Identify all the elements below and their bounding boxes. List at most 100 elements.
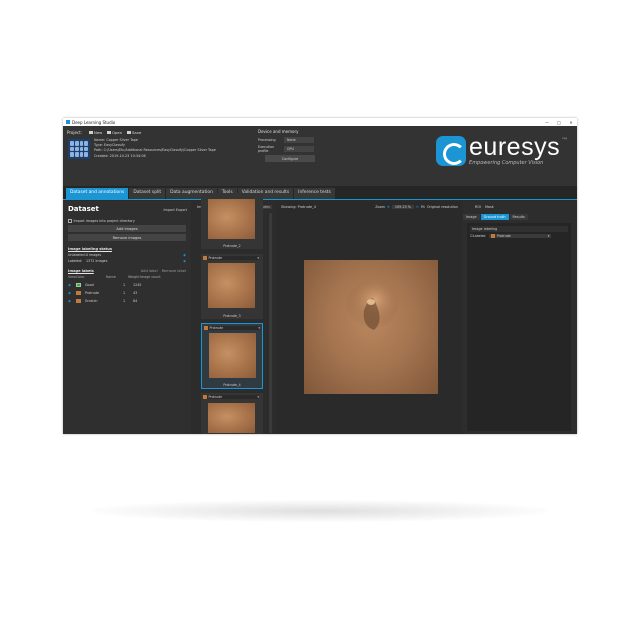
device-panel: Device and memory Processing None Executi… (258, 129, 326, 183)
tab-ground-truth[interactable]: Ground truth (480, 214, 509, 220)
col-count: Image count (140, 275, 161, 279)
label-count: 43 (133, 291, 138, 295)
col-name: Name (106, 275, 116, 279)
images-scrollbar[interactable] (269, 213, 272, 433)
dropdown-icon: ▾ (257, 395, 259, 399)
label-row[interactable]: ◉ Scratch 1 84 (68, 299, 186, 303)
main-image[interactable] (304, 260, 438, 394)
image-label: Protrude (208, 256, 223, 260)
window-controls: — □ ✕ (541, 120, 577, 125)
configure-button[interactable]: Configure (265, 155, 315, 162)
protrusion-defect (346, 281, 398, 330)
eye-icon[interactable]: ◉ (68, 291, 76, 295)
fit-button[interactable]: Fit (421, 205, 425, 209)
tab-dataset-annotations[interactable]: Dataset and annotations (66, 188, 129, 199)
window-title: Deep Learning Studio (72, 119, 116, 125)
close-button[interactable]: ✕ (565, 120, 577, 125)
label-select-value: Protrude (496, 234, 511, 238)
label-count: 1245 (133, 283, 142, 287)
save-project-button[interactable]: Save (127, 130, 141, 135)
processing-select[interactable]: None (284, 137, 314, 143)
viewer-title: Showing: Protrude_4 (281, 205, 316, 209)
import-button[interactable]: Import (164, 208, 175, 212)
label-weight: 1 (123, 291, 126, 295)
profile-select[interactable]: GPU (284, 146, 314, 152)
label-row[interactable]: ◉ Protrude 1 43 (68, 291, 186, 295)
label-count: 84 (133, 299, 138, 303)
save-icon (127, 130, 131, 135)
image-card[interactable]: Protrude_2 (201, 193, 263, 249)
labeled-label: Labeled: (68, 259, 83, 263)
project-label: Project: (67, 130, 83, 135)
mask-tool[interactable]: Mask (485, 205, 494, 209)
project-created: Created: 2019-10-23 10:34:06 (94, 153, 146, 158)
original-resolution-button[interactable]: Original resolution (427, 205, 458, 209)
import-checkbox-label: Import images into project directory (73, 219, 135, 223)
tab-dataset-split[interactable]: Dataset split (129, 188, 166, 199)
ground-truth-panel: Image labeling ☑ Labeled Protrude ▾ (467, 223, 571, 431)
label-weight: 1 (123, 299, 126, 303)
import-checkbox[interactable]: Import images into project directory (68, 219, 186, 223)
dataset-panel: Dataset Import Export Import images into… (63, 201, 191, 434)
add-label-button[interactable]: Add label (141, 269, 158, 273)
maximize-button[interactable]: □ (553, 120, 565, 125)
eye-icon[interactable]: ◉ (68, 283, 76, 287)
brand-name: euresys (469, 133, 561, 161)
label-color-swatch[interactable] (76, 291, 81, 295)
dropdown-icon: ▾ (258, 326, 260, 330)
image-caption: Protrude_2 (223, 244, 241, 248)
zoom-out-icon[interactable]: ⊖ (416, 205, 419, 209)
workspace: Dataset Import Export Import images into… (63, 193, 577, 434)
save-label: Save (132, 130, 142, 135)
labeled-value: 1372 images (86, 259, 108, 263)
label-row[interactable]: ◉ Good 1 1245 (68, 283, 186, 287)
tab-image[interactable]: Image (463, 214, 480, 220)
zoom-input[interactable]: 109.23 % (391, 205, 414, 209)
new-project-button[interactable]: New (89, 130, 102, 135)
project-thumbnail-icon (68, 139, 90, 159)
image-thumbnail (208, 403, 255, 433)
image-card[interactable]: Protrude ▾ Protrude_3 (201, 254, 263, 319)
zoom-label: Zoom (375, 205, 385, 209)
euresys-logo: euresys Empowering Computer Vision reg (436, 133, 567, 166)
tab-inference-tests[interactable]: Inference tests (294, 188, 335, 199)
label-color-swatch[interactable] (76, 283, 81, 287)
image-card-selected[interactable]: Protrude ▾ Protrude_4 (201, 323, 263, 389)
remove-label-button[interactable]: Remove label (162, 269, 186, 273)
label-name: Protrude (85, 291, 100, 295)
tab-results[interactable]: Results (509, 214, 528, 220)
add-images-button[interactable]: Add images (68, 225, 186, 232)
zoom-in-icon[interactable]: ⊕ (387, 205, 390, 209)
checkbox-icon (68, 219, 72, 223)
image-caption: Protrude_3 (223, 314, 241, 318)
eye-icon[interactable]: ◉ (183, 259, 186, 263)
label-select[interactable]: Protrude ▾ (489, 234, 552, 238)
col-color: Color (76, 275, 85, 279)
app-icon (66, 120, 70, 124)
image-labeling-header: Image labeling (470, 226, 568, 232)
image-label-select[interactable]: Protrude ▾ (203, 395, 259, 399)
remove-images-button[interactable]: Remove images (68, 234, 186, 241)
image-label-select[interactable]: Protrude ▾ (204, 326, 260, 330)
col-view: View (68, 275, 76, 279)
eye-icon[interactable]: ◉ (183, 253, 186, 257)
export-button[interactable]: Export (176, 208, 187, 212)
label-color-swatch[interactable] (76, 299, 81, 303)
properties-panel: ROI Mask Image Ground truth Results Imag… (463, 201, 577, 434)
eye-icon[interactable]: ◉ (68, 299, 76, 303)
image-label-select[interactable]: Protrude ▾ (203, 256, 259, 260)
roi-tool[interactable]: ROI (475, 205, 481, 209)
minimize-button[interactable]: — (541, 120, 553, 125)
labels-header-row: Image labels Add label Remove label (68, 269, 186, 273)
processing-label: Processing (258, 138, 276, 142)
image-card[interactable]: Protrude ▾ (201, 393, 263, 434)
image-caption: Protrude_4 (223, 383, 241, 387)
open-project-button[interactable]: Open (107, 130, 122, 135)
labels-header: Image labels (68, 269, 94, 273)
images-panel: Images Filter Protrudes Protrude_2 Protr… (193, 193, 276, 434)
euresys-logo-icon (436, 136, 467, 166)
app-window: Deep Learning Studio — □ ✕ Project: New … (63, 118, 577, 434)
chevron-down-icon: ▾ (547, 234, 550, 238)
properties-tabs: Image Ground truth Results (463, 214, 577, 220)
folder-icon (107, 130, 111, 135)
